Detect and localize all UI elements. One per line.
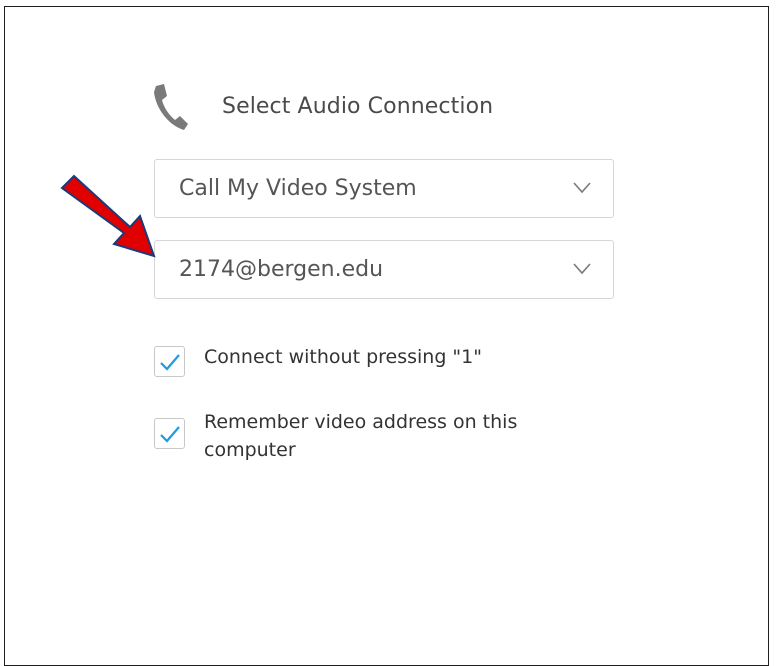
chevron-down-icon (573, 182, 591, 194)
remember-address-checkbox[interactable] (154, 418, 185, 449)
connect-without-pressing-label: Connect without pressing "1" (204, 346, 482, 368)
video-address-select[interactable]: 2174@bergen.edu (154, 240, 614, 299)
remember-address-label: Remember video address on this computer (204, 411, 518, 461)
dialog-title: Select Audio Connection (222, 94, 494, 119)
chevron-down-icon (573, 263, 591, 275)
connect-without-pressing-checkbox[interactable] (154, 346, 185, 377)
video-address-value: 2174@bergen.edu (179, 257, 384, 282)
checkmark-icon (160, 426, 180, 443)
checkmark-icon (160, 354, 180, 371)
red-arrow-annotation-icon (60, 174, 156, 258)
audio-option-select[interactable]: Call My Video System (154, 159, 614, 218)
audio-option-value: Call My Video System (179, 176, 417, 201)
phone-icon (154, 84, 188, 130)
